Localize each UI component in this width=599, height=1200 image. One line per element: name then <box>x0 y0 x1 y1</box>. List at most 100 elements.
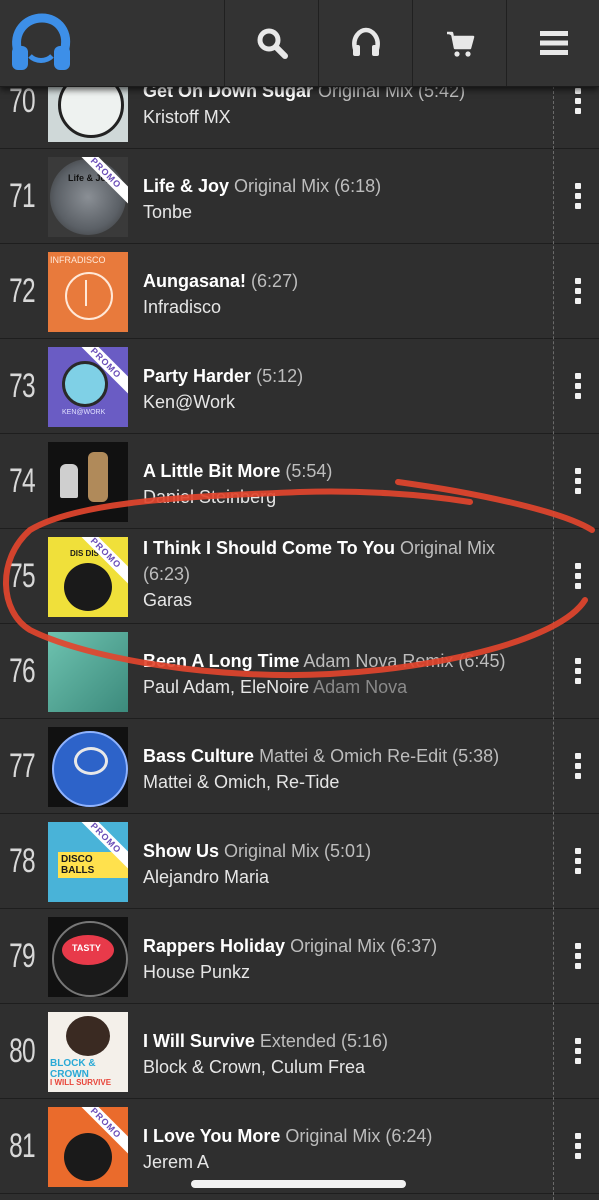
track-artist[interactable]: Tonbe <box>143 202 192 222</box>
track-duration: (6:23) <box>143 564 191 584</box>
track-rank: 79 <box>9 936 36 975</box>
album-art[interactable]: PROMO <box>48 1107 128 1187</box>
track-artist[interactable]: Jerem A <box>143 1152 209 1172</box>
track-row[interactable]: 73 KEN@WORK PROMO Party Harder (5:12) Ke… <box>0 339 599 434</box>
track-artist[interactable]: Infradisco <box>143 297 221 317</box>
track-artist[interactable]: Paul Adam, EleNoire <box>143 677 309 697</box>
album-art-text: KEN@WORK <box>62 409 106 416</box>
album-art[interactable]: Life & Joy PROMO <box>48 157 128 237</box>
album-art[interactable]: KEN@WORK PROMO <box>48 347 128 427</box>
album-art[interactable]: DISCO BALLS PROMO <box>48 822 128 902</box>
more-options-button[interactable] <box>563 339 593 433</box>
track-info: A Little Bit More (5:54) Daniel Steinber… <box>143 458 543 510</box>
track-info: Show Us Original Mix (5:01) Alejandro Ma… <box>143 838 543 890</box>
album-art[interactable] <box>48 442 128 522</box>
album-art[interactable]: BLOCK & CROWN I WILL SURVIVE <box>48 1012 128 1092</box>
album-art-subtext: I WILL SURVIVE <box>50 1078 112 1087</box>
track-rank: 80 <box>9 1031 36 1070</box>
track-title[interactable]: Rappers Holiday <box>143 936 285 956</box>
headphones-icon <box>351 27 380 56</box>
search-icon <box>257 28 288 59</box>
track-artist[interactable]: Mattei & Omich, Re-Tide <box>143 772 339 792</box>
track-mix: Original Mix (6:18) <box>234 176 382 196</box>
headphones-button[interactable] <box>318 0 412 86</box>
track-artist[interactable]: Ken@Work <box>143 392 235 412</box>
track-remixer[interactable]: Adam Nova <box>313 677 407 697</box>
track-row[interactable]: 80 BLOCK & CROWN I WILL SURVIVE I Will S… <box>0 1004 599 1099</box>
album-art-text: TASTY <box>72 943 101 953</box>
track-row[interactable]: 79 TASTY Rappers Holiday Original Mix (6… <box>0 909 599 1004</box>
album-art-text: BLOCK & CROWN <box>50 1058 96 1080</box>
track-title[interactable]: I Will Survive <box>143 1031 255 1051</box>
track-info: I Love You More Original Mix (6:24) Jere… <box>143 1123 543 1175</box>
cart-button[interactable] <box>412 0 506 86</box>
track-title[interactable]: Party Harder <box>143 366 251 386</box>
track-title[interactable]: Aungasana! <box>143 271 246 291</box>
track-rank: 73 <box>9 366 36 405</box>
track-rank: 77 <box>9 746 36 785</box>
track-title[interactable]: Bass Culture <box>143 746 254 766</box>
track-mix: (6:27) <box>251 271 299 291</box>
track-mix: Original Mix (6:37) <box>290 936 438 956</box>
column-divider <box>553 86 554 1200</box>
more-options-button[interactable] <box>563 149 593 243</box>
more-options-button[interactable] <box>563 434 593 528</box>
more-options-button[interactable] <box>563 1099 593 1193</box>
track-title[interactable]: A Little Bit More <box>143 461 280 481</box>
album-art[interactable]: INFRADISCO <box>48 252 128 332</box>
track-row[interactable]: 72 INFRADISCO Aungasana! (6:27) Infradis… <box>0 244 599 339</box>
track-artist[interactable]: House Punkz <box>143 962 250 982</box>
album-art[interactable]: TASTY <box>48 917 128 997</box>
track-info: I Will Survive Extended (5:16) Block & C… <box>143 1028 543 1080</box>
track-artist[interactable]: Garas <box>143 590 192 610</box>
track-info: Rappers Holiday Original Mix (6:37) Hous… <box>143 933 543 985</box>
track-title[interactable]: I Think I Should Come To You <box>143 538 395 558</box>
track-mix: Adam Nova Remix (6:45) <box>303 651 506 671</box>
track-mix: Original Mix <box>400 538 496 558</box>
track-rank: 76 <box>9 651 36 690</box>
track-mix: (5:12) <box>256 366 304 386</box>
track-row[interactable]: 74 A Little Bit More (5:54) Daniel Stein… <box>0 434 599 529</box>
more-options-button[interactable] <box>563 814 593 908</box>
album-art[interactable] <box>48 632 128 712</box>
cart-icon <box>446 31 474 57</box>
track-title[interactable]: Life & Joy <box>143 176 229 196</box>
track-artist[interactable]: Block & Crown, Culum Frea <box>143 1057 365 1077</box>
track-title[interactable]: Been A Long Time <box>143 651 299 671</box>
menu-button[interactable] <box>506 0 599 86</box>
track-info: Been A Long Time Adam Nova Remix (6:45) … <box>143 648 543 700</box>
menu-icon <box>539 31 568 55</box>
track-mix: Extended (5:16) <box>259 1031 388 1051</box>
track-artist[interactable]: Alejandro Maria <box>143 867 269 887</box>
track-row[interactable]: 75 DIS DISCO PROMO I Think I Should Come… <box>0 529 599 624</box>
track-rank: 72 <box>9 271 36 310</box>
more-options-button[interactable] <box>563 719 593 813</box>
track-rank: 74 <box>9 461 36 500</box>
more-options-button[interactable] <box>563 244 593 338</box>
headphones-logo-icon[interactable] <box>8 12 74 74</box>
track-title[interactable]: Show Us <box>143 841 219 861</box>
home-indicator <box>191 1180 406 1188</box>
track-row[interactable]: 77 Bass Culture Mattei & Omich Re-Edit (… <box>0 719 599 814</box>
track-row[interactable]: 71 Life & Joy PROMO Life & Joy Original … <box>0 149 599 244</box>
more-options-button[interactable] <box>563 1004 593 1098</box>
track-artist[interactable]: Kristoff MX <box>143 107 231 127</box>
track-info: Aungasana! (6:27) Infradisco <box>143 268 543 320</box>
track-rank: 75 <box>9 556 36 595</box>
album-art[interactable]: DIS DISCO PROMO <box>48 537 128 617</box>
track-row[interactable]: 78 DISCO BALLS PROMO Show Us Original Mi… <box>0 814 599 909</box>
track-mix: Original Mix (5:01) <box>224 841 372 861</box>
more-options-button[interactable] <box>563 624 593 718</box>
track-artist[interactable]: Daniel Steinberg <box>143 487 276 507</box>
track-title[interactable]: I Love You More <box>143 1126 280 1146</box>
track-rank: 78 <box>9 841 36 880</box>
album-art[interactable] <box>48 727 128 807</box>
track-mix: (5:54) <box>285 461 333 481</box>
more-options-button[interactable] <box>563 529 593 623</box>
track-mix: Mattei & Omich Re-Edit (5:38) <box>259 746 500 766</box>
top-navigation-bar <box>0 0 599 87</box>
search-button[interactable] <box>224 0 318 86</box>
more-options-button[interactable] <box>563 909 593 1003</box>
track-row[interactable]: 76 Been A Long Time Adam Nova Remix (6:4… <box>0 624 599 719</box>
track-rank: 71 <box>9 176 36 215</box>
